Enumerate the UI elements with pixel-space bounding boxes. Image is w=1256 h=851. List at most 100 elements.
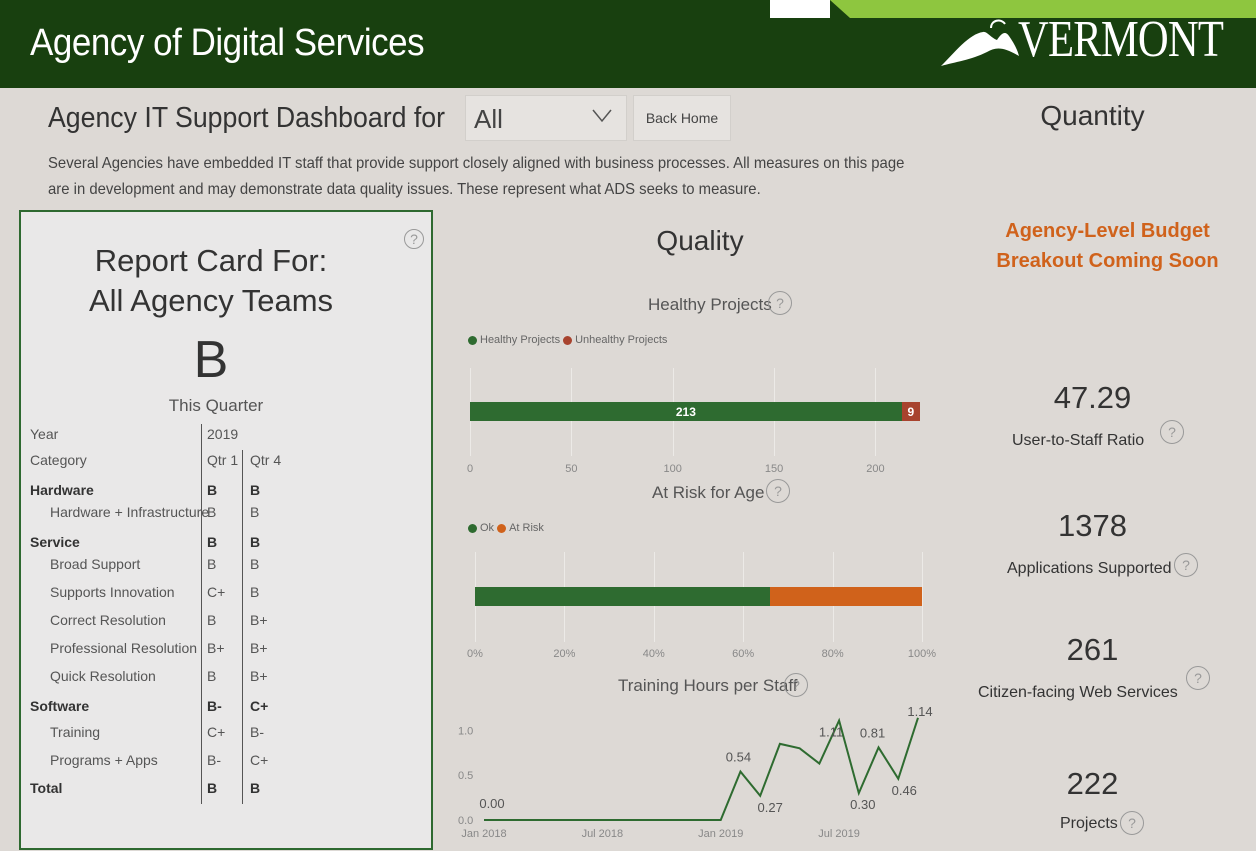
x-tick-label: Jan 2019 <box>698 828 743 840</box>
grade-q1: C+ <box>207 584 226 600</box>
kpi-value-web-services: 261 <box>1066 632 1119 667</box>
user-staff-ratio-help-icon[interactable]: ? <box>1160 420 1184 444</box>
grade-q4: B <box>250 482 261 498</box>
line-data-label: 0.54 <box>726 750 751 765</box>
grade-q4: B+ <box>250 640 268 656</box>
grade-q4: B <box>250 504 260 520</box>
overall-grade: B <box>193 331 229 389</box>
agency-title: Agency of Digital Services <box>30 22 425 64</box>
grade-q1: B <box>207 534 218 550</box>
line-data-label: 0.27 <box>758 800 783 815</box>
grade-row-label: Hardware <box>30 482 94 498</box>
legend-swatch-at-risk <box>497 523 507 533</box>
back-home-button[interactable]: Back Home <box>633 95 731 141</box>
grade-row-label: Quick Resolution <box>50 668 156 684</box>
grade-q4: B <box>250 780 261 796</box>
line-data-label: 0.00 <box>479 796 504 811</box>
legend-swatch-healthy <box>468 335 477 345</box>
x-tick-label: Jul 2019 <box>818 828 860 840</box>
report-card-title-line2: All Agency Teams <box>88 283 334 318</box>
healthy-projects-help-icon[interactable]: ? <box>768 291 792 315</box>
applications-help-icon[interactable]: ? <box>1174 553 1198 577</box>
x-tick-label: 200 <box>866 463 885 475</box>
grade-row-label: Training <box>50 724 101 740</box>
y-tick-label: 1.0 <box>458 725 473 737</box>
kpi-label-applications: Applications Supported <box>1007 560 1172 577</box>
grade-q4: B <box>250 556 260 572</box>
x-tick-label: 100% <box>907 648 937 660</box>
grade-row-label: Programs + Apps <box>50 752 158 768</box>
line-data-label: 1.14 <box>907 704 932 719</box>
grade-q1: B <box>207 504 217 520</box>
line-data-label: 0.46 <box>892 783 917 798</box>
bar-unhealthy: 9 <box>901 402 920 421</box>
grade-q1: B- <box>207 752 221 768</box>
at-risk-legend: Ok At Risk <box>468 522 544 534</box>
x-tick-label: Jul 2018 <box>582 828 624 840</box>
period-label: This Quarter <box>168 396 264 415</box>
column-divider <box>201 424 202 804</box>
grade-q1: B <box>207 612 217 628</box>
bar-ok <box>475 587 771 606</box>
x-tick-label: 150 <box>764 463 784 475</box>
grade-q1: B <box>207 556 217 572</box>
line-data-label: 0.81 <box>860 725 885 740</box>
report-card: ? Report Card For: All Agency Teams B Th… <box>19 210 433 850</box>
grade-row-label: Correct Resolution <box>50 612 166 628</box>
grade-q1: B+ <box>207 640 225 656</box>
legend-label-healthy: Healthy Projects <box>480 334 561 346</box>
grade-row-label: Broad Support <box>50 556 141 572</box>
dashboard-title: Agency IT Support Dashboard for <box>48 102 445 134</box>
training-hours-chart: 0.0 0.5 1.0 Jan 2018 Jul 2018 Jan 2019 Jul 201… <box>458 704 933 840</box>
legend-swatch-unhealthy <box>563 335 573 345</box>
grade-row-label: Software <box>30 698 90 714</box>
grade-row-label: Total <box>30 780 63 796</box>
training-hours-help-icon[interactable]: ? <box>784 673 808 697</box>
x-tick-label: 80% <box>821 648 844 660</box>
header-corner-accent <box>770 0 1256 18</box>
kpi-value-applications: 1378 <box>1058 508 1127 543</box>
projects-help-icon[interactable]: ? <box>1120 811 1144 835</box>
kpi-label-projects: Projects <box>1060 815 1118 832</box>
healthy-projects-legend: Healthy Projects Unhealthy Projects <box>468 334 667 346</box>
agency-select-value: All <box>474 104 503 134</box>
line-data-label: 0.30 <box>850 797 875 812</box>
x-tick-label: 0 <box>466 463 474 475</box>
grade-q4: B+ <box>250 612 268 628</box>
legend-label-unhealthy: Unhealthy Projects <box>575 334 668 346</box>
kpi-label-user-staff-ratio: User-to-Staff Ratio <box>1012 432 1145 449</box>
web-services-help-icon[interactable]: ? <box>1186 666 1210 690</box>
x-tick-label: 50 <box>565 463 578 475</box>
bar-healthy: 213 <box>470 402 902 421</box>
kpi-value-projects: 222 <box>1066 766 1119 801</box>
x-tick-label: 20% <box>553 648 576 660</box>
chevron-down-icon <box>592 109 612 123</box>
line-data-label: 1.11 <box>819 725 843 740</box>
y-tick-label: 0.0 <box>458 815 473 827</box>
grade-row-label: Professional Resolution <box>50 640 198 656</box>
grade-q4: B- <box>250 724 264 740</box>
grade-q4: C+ <box>250 752 269 768</box>
year-label: Year <box>30 426 59 442</box>
grade-q1: C+ <box>207 724 226 740</box>
report-card-title: Report Card For: All Agency Teams <box>21 241 401 321</box>
at-risk-help-icon[interactable]: ? <box>766 479 790 503</box>
kpi-value-user-staff-ratio: 47.29 <box>1053 380 1132 415</box>
budget-notice-line1: Agency-Level Budget <box>1005 220 1210 242</box>
budget-notice: Agency-Level Budget Breakout Coming Soon <box>975 216 1240 276</box>
bar-at-risk <box>770 587 922 606</box>
grade-q4: B <box>250 584 260 600</box>
agency-select[interactable]: All <box>465 95 627 141</box>
quantity-title: Quantity <box>1040 100 1145 131</box>
quality-title: Quality <box>656 225 744 256</box>
grade-q1: B <box>207 780 218 796</box>
column-divider <box>242 450 243 804</box>
x-tick-label: 0% <box>467 648 483 660</box>
grade-row-label: Hardware + Infrastructure <box>50 504 210 520</box>
report-card-help-icon[interactable]: ? <box>404 229 424 249</box>
legend-label-ok: Ok <box>480 522 495 534</box>
legend-label-at-risk: At Risk <box>509 522 544 534</box>
grade-q1: B <box>207 482 218 498</box>
grade-q4: B <box>250 534 261 550</box>
bar-data-label: 213 <box>675 404 696 419</box>
